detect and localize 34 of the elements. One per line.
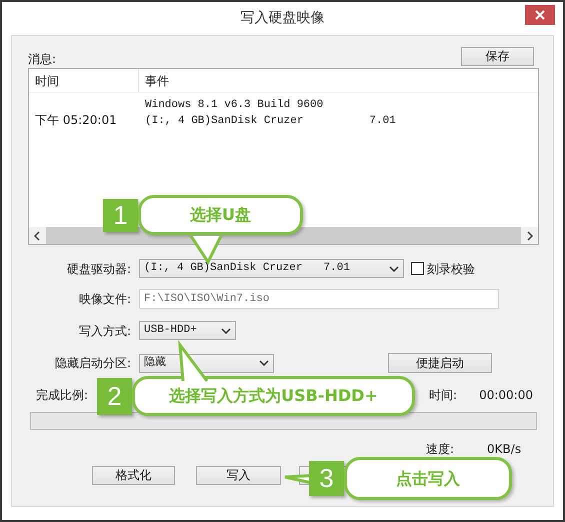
remaining-time-value: 00:00:00 (479, 387, 533, 404)
progress-label: 完成比例: (36, 387, 88, 404)
close-icon (535, 10, 545, 20)
quick-boot-button[interactable]: 便捷启动 (388, 353, 492, 373)
table-cell-text: Windows 8.1 v6.3 Build 9600 (I:, 4 GB)SanDisk Cruzer 7.01 (144, 98, 396, 129)
table-cell-text: 下午 05:20:01 (35, 112, 117, 129)
field-label: 写入方式: (78, 322, 131, 340)
field-label: 映像文件: (78, 291, 131, 308)
dropdown-caret-icon (221, 328, 231, 334)
speed-value: 0KB/s (487, 441, 522, 458)
checkbox[interactable] (411, 262, 424, 275)
column-header: 时间 (29, 69, 139, 92)
field-label: 硬盘驱动器: (66, 260, 131, 278)
messages-label: 消息: (28, 52, 56, 66)
dropdown[interactable]: (I:, 4 GB)SanDisk Cruzer 7.01 (139, 259, 404, 278)
callout-number: 2 (97, 378, 132, 414)
dropdown[interactable]: USB-HDD+ (139, 321, 236, 340)
callout-number: 3 (309, 461, 344, 496)
dropdown-caret-icon (389, 266, 399, 272)
dialog-button[interactable]: 格式化 (92, 466, 175, 485)
save-button[interactable]: 保存 (461, 47, 534, 66)
callout-pointer (178, 340, 208, 382)
callout-bubble: 点击写入 (344, 457, 512, 500)
dropdown-caret-icon (259, 360, 269, 366)
remaining-time-label: 时间: (429, 387, 458, 404)
speed-label: 速度: (426, 441, 454, 458)
close-button[interactable] (525, 5, 555, 25)
checkbox-label: 刻录校验 (427, 260, 475, 278)
column-header: 事件 (144, 72, 169, 90)
image-file-field[interactable]: F:\ISO\ISO\Win7.iso (139, 289, 499, 309)
window-title: 写入硬盘映像 (240, 9, 324, 28)
callout-number: 1 (103, 198, 138, 232)
field-label: 隐藏启动分区: (54, 355, 131, 372)
dialog-button[interactable]: 写入 (196, 466, 281, 485)
